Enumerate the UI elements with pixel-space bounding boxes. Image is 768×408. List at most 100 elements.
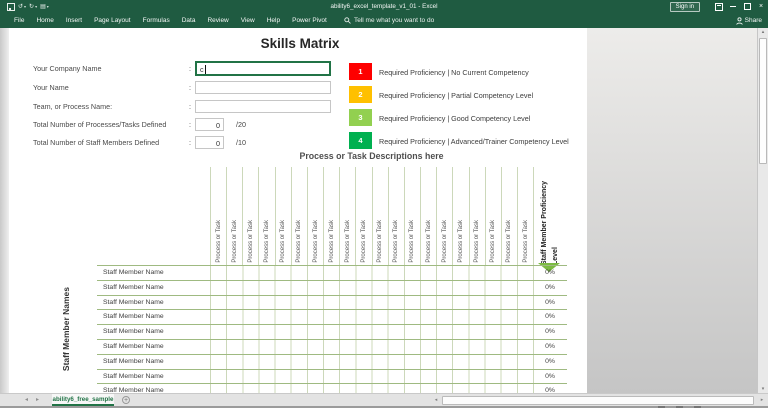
legend-item: 2 Required Proficiency | Partial Competen… [349, 86, 587, 103]
ribbon-tab-help[interactable]: Help [261, 17, 286, 24]
legend-label: Required Proficiency | Partial Competenc… [379, 91, 534, 100]
skill-cells[interactable] [210, 280, 534, 295]
form-input-team-or-process-name[interactable] [195, 100, 331, 113]
proficiency-value: 0% [545, 298, 555, 306]
skill-cells[interactable] [210, 354, 534, 369]
staff-name-cell[interactable]: Staff Member Name [103, 358, 164, 365]
staff-name-cell[interactable]: Staff Member Name [103, 373, 164, 380]
form-input-your-company-name[interactable]: c [195, 61, 331, 76]
skill-cells[interactable] [210, 384, 534, 393]
staff-axis: Staff Member Names [56, 265, 76, 393]
vertical-scroll-thumb[interactable] [759, 38, 767, 164]
staff-name-cell[interactable]: Staff Member Name [103, 269, 164, 276]
process-column-header[interactable]: Process or Task [274, 167, 291, 265]
horizontal-scrollbar[interactable]: ◂ ▸ [432, 396, 766, 405]
scroll-left-icon[interactable]: ◂ [432, 396, 440, 405]
prev-sheet-icon[interactable]: ◂ [25, 394, 28, 406]
ribbon-tab-home[interactable]: Home [30, 17, 59, 24]
staff-row: Staff Member Name 0% [97, 324, 567, 339]
staff-name-cell[interactable]: Staff Member Name [103, 343, 164, 350]
ribbon-display-options-icon[interactable] [712, 0, 726, 13]
process-column-header[interactable]: Process or Task [355, 167, 371, 265]
ribbon-tab-data[interactable]: Data [176, 17, 202, 24]
ribbon-tab-power-pivot[interactable]: Power Pivot [286, 17, 333, 24]
new-sheet-icon[interactable]: + [122, 396, 130, 404]
process-column-header[interactable]: Process or Task [339, 167, 355, 265]
process-column-header[interactable]: Process or Task [420, 167, 436, 265]
redo-dropdown-icon[interactable]: ▾ [35, 4, 37, 9]
process-column-header[interactable]: Process or Task [258, 167, 274, 265]
process-column-header[interactable]: Process or Task [500, 167, 517, 265]
process-column-header[interactable]: Process or Task [242, 167, 258, 265]
process-column-header[interactable]: Process or Task [468, 167, 485, 265]
process-column-header[interactable]: Process or Task [371, 167, 388, 265]
close-icon[interactable]: × [754, 0, 768, 13]
ribbon-tab-page-layout[interactable]: Page Layout [88, 17, 137, 24]
process-column-label: Process or Task [247, 220, 254, 263]
staff-row: Staff Member Name 0% [97, 309, 567, 325]
process-column-header[interactable]: Process or Task [210, 167, 226, 265]
horizontal-scroll-thumb[interactable] [442, 396, 754, 405]
undo-icon[interactable]: ↺ [18, 4, 23, 10]
form-input-your-name[interactable] [195, 81, 331, 94]
sign-in-button[interactable]: Sign in [669, 1, 700, 12]
skill-cells[interactable] [210, 310, 534, 325]
undo-dropdown-icon[interactable]: ▾ [24, 4, 26, 9]
proficiency-value: 0% [545, 269, 555, 276]
redo-icon[interactable]: ↻ [29, 4, 34, 10]
scroll-down-icon[interactable]: ▾ [758, 385, 768, 393]
process-column-header[interactable]: Process or Task [452, 167, 468, 265]
legend-swatch-level-2: 2 [349, 86, 372, 103]
skill-cells[interactable] [210, 369, 534, 384]
process-column-header[interactable]: Process or Task [436, 167, 452, 265]
process-column-header[interactable]: Process or Task [290, 167, 307, 265]
ribbon-tab-review[interactable]: Review [201, 17, 234, 24]
vertical-scrollbar[interactable]: ▴ ▾ [757, 28, 768, 393]
staff-name-cell[interactable]: Staff Member Name [103, 299, 164, 306]
staff-name-cell[interactable]: Staff Member Name [103, 284, 164, 291]
input-suffix: /20 [236, 120, 246, 129]
ribbon-tab-insert[interactable]: Insert [60, 17, 88, 24]
ribbon-tab-formulas[interactable]: Formulas [137, 17, 176, 24]
sheet-tab-active[interactable]: ability6_free_sample [52, 394, 114, 406]
skill-cells[interactable] [210, 266, 534, 280]
form-input-total-number-of-processes-tasks-defined[interactable]: 0 [195, 118, 224, 131]
staff-name-cell[interactable]: Staff Member Name [103, 313, 164, 320]
next-sheet-icon[interactable]: ▸ [36, 394, 39, 406]
minimize-icon[interactable] [726, 0, 740, 13]
share-button[interactable]: Share [735, 13, 762, 28]
proficiency-value: 0% [545, 328, 555, 336]
skill-cells[interactable] [210, 295, 534, 310]
restore-icon[interactable] [740, 0, 754, 13]
scroll-up-icon[interactable]: ▴ [758, 28, 768, 36]
ribbon-tab-row: File Home Insert Page Layout Formulas Data Rev… [0, 13, 768, 28]
proficiency-value: 0% [545, 357, 555, 365]
skill-cells[interactable] [210, 339, 534, 354]
legend-swatch-level-4: 4 [349, 132, 372, 149]
staff-row: Staff Member Name 0% [97, 383, 567, 393]
process-column-label: Process or Task [441, 220, 448, 263]
tell-me-search[interactable]: Tell me what you want to do [344, 13, 434, 28]
process-column-header[interactable]: Process or Task [516, 167, 535, 265]
process-column-header[interactable]: Process or Task [226, 167, 242, 265]
process-column-header[interactable]: Process or Task [323, 167, 339, 265]
proficiency-value: 0% [545, 342, 555, 350]
staff-name-cell[interactable]: Staff Member Name [103, 328, 164, 335]
process-column-label: Process or Task [231, 220, 238, 263]
process-column-header[interactable]: Process or Task [306, 167, 323, 265]
ribbon-tab-file[interactable]: File [8, 17, 30, 24]
legend-item: 1 Required Proficiency | No Current Compe… [349, 63, 587, 80]
customize-qat-dropdown-icon[interactable]: ▾ [47, 4, 49, 9]
touch-mode-icon[interactable]: ▤ [40, 4, 46, 10]
form-input-total-number-of-staff-members-defined[interactable]: 0 [195, 136, 224, 149]
excel-window: ↺ ▾ ↻ ▾ ▤ ▾ ability6_excel_template_v1_0… [0, 0, 768, 408]
staff-row: Staff Member Name 0% [97, 279, 567, 295]
skill-cells[interactable] [210, 325, 534, 339]
save-icon[interactable] [7, 2, 15, 11]
process-column-header[interactable]: Process or Task [387, 167, 404, 265]
scroll-right-icon[interactable]: ▸ [758, 396, 766, 405]
ribbon-tab-view[interactable]: View [235, 17, 261, 24]
process-column-label: Process or Task [280, 220, 287, 263]
process-column-header[interactable]: Process or Task [403, 167, 420, 265]
process-column-header[interactable]: Process or Task [484, 167, 501, 265]
